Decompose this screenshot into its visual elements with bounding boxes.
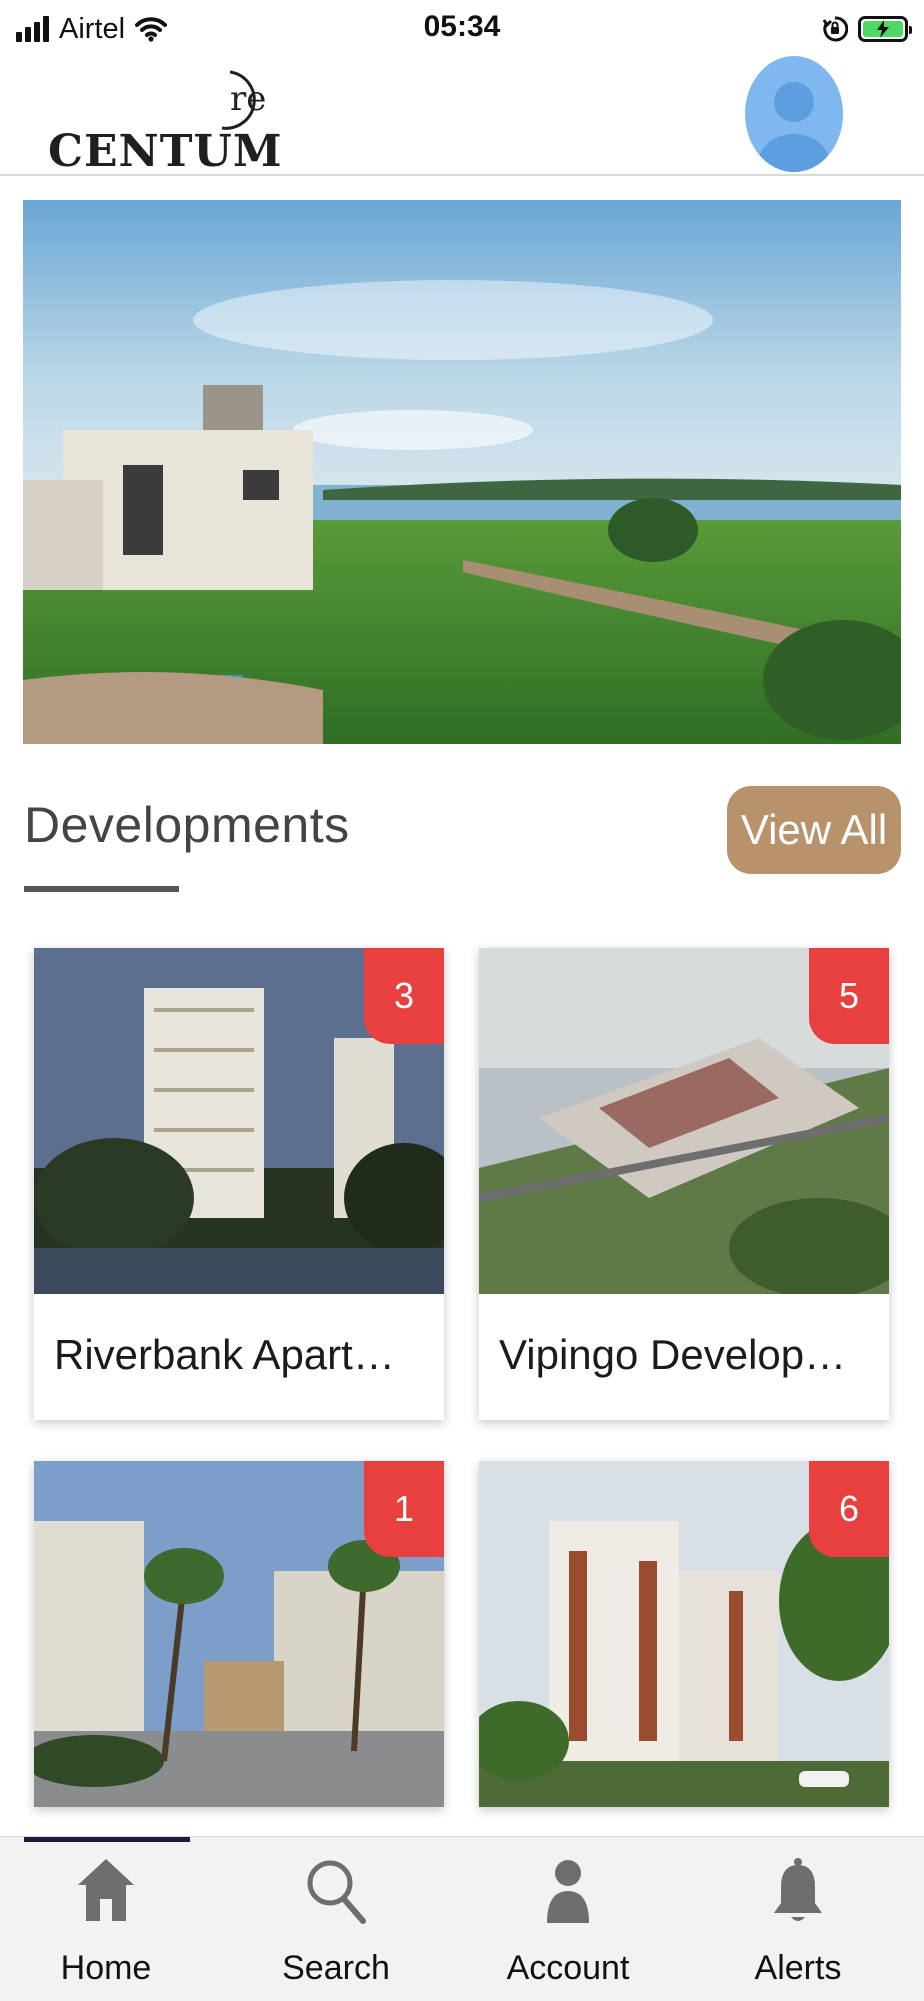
development-card-vipingo[interactable]: 5 Vipingo Development — [479, 948, 889, 1420]
hero-photo — [23, 200, 901, 744]
bell-icon — [774, 1858, 822, 1921]
development-image: 6 — [479, 1461, 889, 1807]
development-name: Vipingo Development — [499, 1331, 889, 1378]
developments-underline — [24, 886, 179, 892]
hero-image[interactable] — [23, 200, 901, 744]
development-card-3[interactable]: 1 — [34, 1461, 444, 1807]
view-all-button[interactable]: View All — [727, 786, 901, 874]
person-icon — [547, 1860, 589, 1923]
nav-account[interactable]: Account — [478, 1857, 658, 1987]
home-icon — [78, 1859, 134, 1921]
nav-account-label: Account — [506, 1949, 630, 1987]
developments-title: Developments — [24, 797, 350, 853]
nav-alerts[interactable]: Alerts — [708, 1857, 888, 1987]
nav-home[interactable]: Home — [16, 1857, 196, 1987]
nav-search[interactable]: Search — [246, 1857, 426, 1987]
search-icon — [307, 1860, 366, 1924]
logo-mark-text: re — [230, 79, 266, 119]
unit-count-badge: 1 — [364, 1461, 444, 1557]
avatar-silhouette — [758, 82, 830, 172]
development-card-riverbank[interactable]: 3 Riverbank Apartme... — [34, 948, 444, 1420]
active-tab-indicator — [24, 1837, 190, 1842]
charging-bolt-icon — [877, 20, 889, 38]
bottom-navigation: Home Search Account Alerts — [0, 1836, 924, 2001]
development-name: Riverbank Apartme... — [54, 1331, 444, 1378]
status-time: 05:34 — [423, 10, 501, 43]
nav-home-label: Home — [60, 1949, 152, 1987]
unit-count-badge: 3 — [364, 948, 444, 1044]
app-header: re CENTUM — [0, 56, 924, 177]
development-image: 3 — [34, 948, 444, 1294]
development-card-4[interactable]: 6 — [479, 1461, 889, 1807]
logo-text: CENTUM — [48, 126, 283, 177]
unit-count-badge: 6 — [809, 1461, 889, 1557]
unit-count-badge: 5 — [809, 948, 889, 1044]
battery-level — [863, 20, 903, 38]
status-right — [822, 12, 912, 46]
orientation-lock-icon — [822, 16, 848, 42]
status-bar: Airtel 05:34 — [0, 0, 924, 58]
user-avatar-icon[interactable] — [745, 56, 843, 172]
nav-search-label: Search — [282, 1949, 390, 1987]
nav-alerts-label: Alerts — [754, 1949, 842, 1987]
development-image: 1 — [34, 1461, 444, 1807]
development-image: 5 — [479, 948, 889, 1294]
battery-charging-icon — [858, 16, 912, 42]
centum-logo[interactable]: re CENTUM — [48, 66, 282, 177]
